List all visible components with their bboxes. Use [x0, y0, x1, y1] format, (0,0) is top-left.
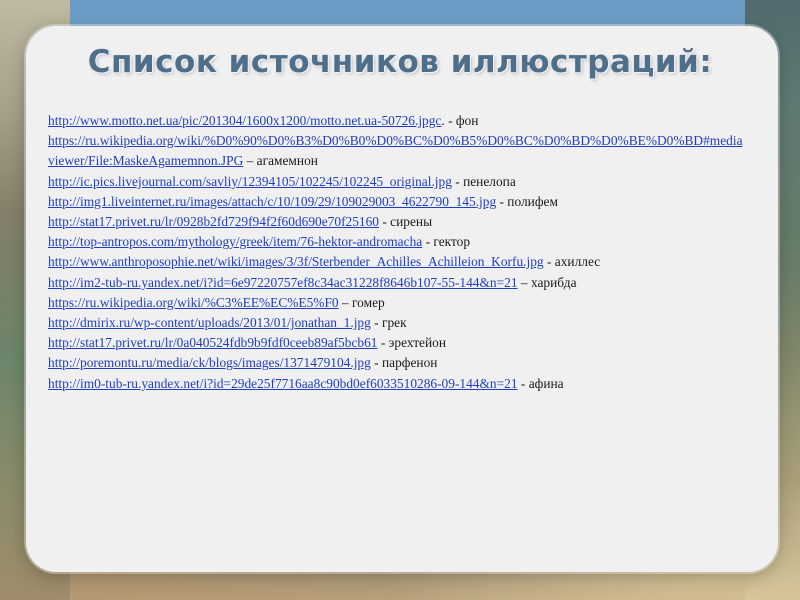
source-link[interactable]: http://stat17.privet.ru/lr/0a040524fdb9b… — [48, 335, 377, 350]
source-link[interactable]: http://www.anthroposophie.net/wiki/image… — [48, 254, 544, 269]
source-label: - гектор — [422, 234, 471, 250]
source-link[interactable]: http://poremontu.ru/media/ck/blogs/image… — [48, 355, 371, 370]
source-item: http://im2-tub-ru.yandex.net/i?id=6e9722… — [48, 273, 748, 293]
source-item: http://dmirix.ru/wp-content/uploads/2013… — [48, 313, 748, 333]
source-label: - сирены — [379, 214, 433, 230]
source-item: https://ru.wikipedia.org/wiki/%C3%EE%EC%… — [48, 293, 748, 313]
source-item: http://top-antropos.com/mythology/greek/… — [48, 232, 748, 252]
source-link[interactable]: http://img1.liveinternet.ru/images/attac… — [48, 194, 496, 209]
source-link[interactable]: http://im2-tub-ru.yandex.net/i?id=6e9722… — [48, 275, 518, 290]
source-label: - ахиллес — [543, 254, 601, 270]
source-label: – гомер — [338, 294, 385, 310]
source-item: http://im0-tub-ru.yandex.net/i?id=29de25… — [48, 374, 748, 394]
slide-title: Список источников иллюстраций: — [87, 44, 713, 80]
sources-list: http://www.motto.net.ua/pic/201304/1600x… — [48, 111, 748, 394]
source-label: - парфенон — [370, 355, 438, 371]
source-item: http://poremontu.ru/media/ck/blogs/image… — [48, 353, 748, 373]
source-link[interactable]: http://top-antropos.com/mythology/greek/… — [48, 234, 422, 249]
source-item: http://www.anthroposophie.net/wiki/image… — [48, 252, 748, 272]
source-label: - полифем — [496, 193, 558, 209]
source-link[interactable]: http://im0-tub-ru.yandex.net/i?id=29de25… — [48, 376, 518, 391]
source-link[interactable]: http://www.motto.net.ua/pic/201304/1600x… — [48, 113, 441, 128]
source-label: – агамемнон — [243, 153, 318, 169]
source-label: - эрехтейон — [377, 335, 447, 351]
source-link[interactable]: http://stat17.privet.ru/lr/0928b2fd729f9… — [48, 214, 379, 229]
source-label: – харибда — [517, 274, 577, 290]
source-link[interactable]: https://ru.wikipedia.org/wiki/%C3%EE%EC%… — [48, 295, 339, 310]
source-item: http://img1.liveinternet.ru/images/attac… — [48, 192, 748, 212]
source-label: - афина — [517, 375, 564, 391]
source-link[interactable]: http://dmirix.ru/wp-content/uploads/2013… — [48, 315, 371, 330]
source-link[interactable]: https://ru.wikipedia.org/wiki/%D0%90%D0%… — [48, 133, 743, 168]
source-item: https://ru.wikipedia.org/wiki/%D0%90%D0%… — [48, 131, 748, 171]
source-item: http://www.motto.net.ua/pic/201304/1600x… — [48, 111, 748, 131]
source-link[interactable]: http://ic.pics.livejournal.com/savliy/12… — [48, 174, 452, 189]
source-label: . - фон — [441, 113, 479, 128]
source-label: - пенелопа — [451, 173, 516, 189]
source-item: http://stat17.privet.ru/lr/0a040524fdb9b… — [48, 333, 748, 353]
source-item: http://stat17.privet.ru/lr/0928b2fd729f9… — [48, 212, 748, 232]
source-label: - грек — [370, 315, 407, 331]
source-item: http://ic.pics.livejournal.com/savliy/12… — [48, 172, 748, 192]
